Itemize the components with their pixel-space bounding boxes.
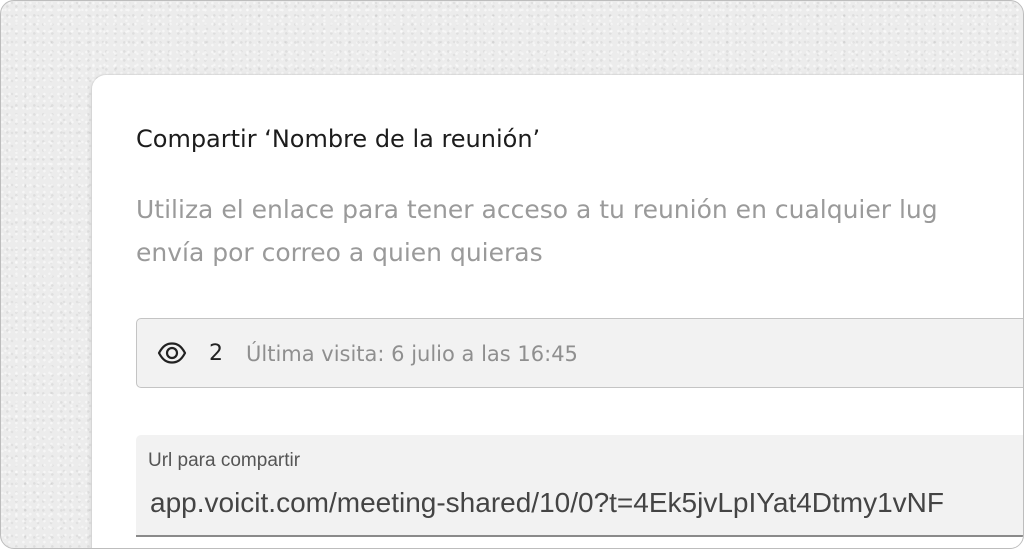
share-url-input[interactable]: app.voicit.com/meeting-shared/10/0?t=4Ek…	[150, 487, 944, 519]
screenshot-frame: Compartir ‘Nombre de la reunión’ Utiliza…	[0, 0, 1024, 549]
eye-icon	[157, 342, 187, 364]
visits-summary: 2 Última visita: 6 julio a las 16:45	[136, 318, 1023, 388]
dialog-description: Utiliza el enlace para tener acceso a tu…	[136, 188, 1023, 274]
share-url-label: Url para compartir	[148, 450, 301, 471]
visit-count: 2	[209, 341, 223, 366]
last-visit-text: Última visita: 6 julio a las 16:45	[246, 342, 578, 366]
share-url-field[interactable]: Url para compartir app.voicit.com/meetin…	[136, 435, 1023, 537]
share-dialog: Compartir ‘Nombre de la reunión’ Utiliza…	[92, 75, 1023, 548]
description-line-1: Utiliza el enlace para tener acceso a tu…	[136, 195, 938, 224]
description-line-2: envía por correo a quien quieras	[136, 238, 543, 267]
dialog-title: Compartir ‘Nombre de la reunión’	[136, 125, 541, 153]
